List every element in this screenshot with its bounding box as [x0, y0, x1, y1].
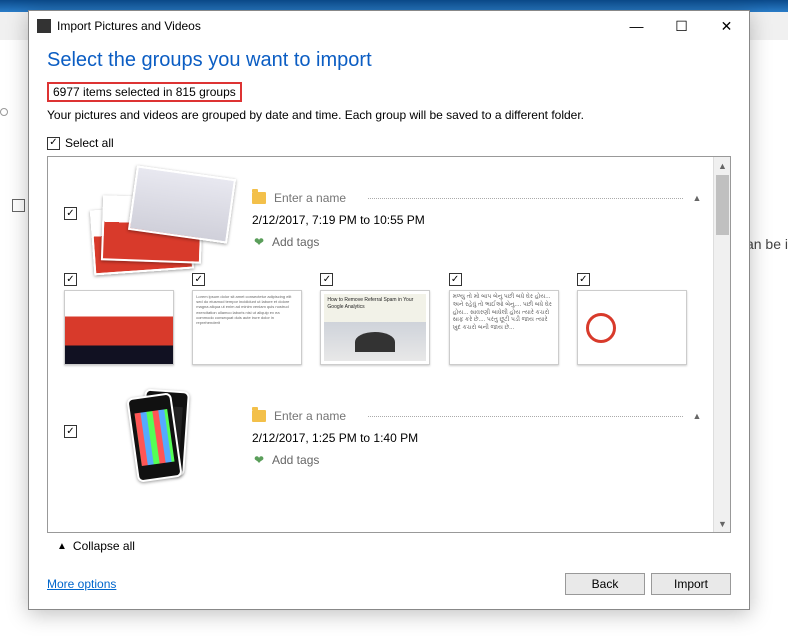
select-all-checkbox[interactable]: ✓ Select all: [47, 136, 731, 150]
select-all-label: Select all: [65, 136, 114, 150]
thumbnail-image[interactable]: [64, 290, 174, 365]
bg-checkbox: [12, 199, 25, 212]
group-name-input[interactable]: [272, 408, 362, 424]
thumb-checkbox[interactable]: ✓: [449, 273, 462, 286]
import-button[interactable]: Import: [651, 573, 731, 595]
group-thumbnail-stack[interactable]: [92, 167, 242, 267]
maximize-button[interactable]: ☐: [659, 11, 704, 41]
titlebar: Import Pictures and Videos — ☐ ✕: [29, 11, 749, 41]
thumb-checkbox[interactable]: ✓: [64, 273, 77, 286]
collapse-group-icon[interactable]: ▲: [689, 411, 705, 421]
window-title: Import Pictures and Videos: [57, 19, 201, 33]
thumb-checkbox[interactable]: ✓: [577, 273, 590, 286]
page-title: Select the groups you want to import: [47, 49, 731, 72]
folder-icon: [252, 192, 266, 204]
tag-icon: ❤: [252, 235, 266, 249]
group-name-input[interactable]: [272, 190, 362, 206]
group-date-range: 2/12/2017, 1:25 PM to 1:40 PM: [252, 427, 705, 449]
add-tags-button[interactable]: Add tags: [272, 235, 319, 249]
group-date-range: 2/12/2017, 7:19 PM to 10:55 PM: [252, 209, 705, 231]
thumbnail-image[interactable]: મળ્યુ તો મો બાપ બેનુ પછી બધે ઘેર હોય... …: [449, 290, 559, 365]
app-icon: [37, 19, 51, 33]
group-checkbox[interactable]: ✓: [64, 425, 77, 438]
thumb-checkbox[interactable]: ✓: [192, 273, 205, 286]
more-options-link[interactable]: More options: [47, 577, 116, 591]
back-button[interactable]: Back: [565, 573, 645, 595]
group-header: ✓ ▲ 2/12/2017, 1:25 PM to 1:40 PM: [48, 375, 713, 485]
add-tags-button[interactable]: Add tags: [272, 453, 319, 467]
thumbnail-image[interactable]: Lorem ipsum dolor sit amet consectetur a…: [192, 290, 302, 365]
scroll-down-icon[interactable]: ▼: [714, 515, 731, 532]
thumbnail-image[interactable]: [577, 290, 687, 365]
folder-icon: [252, 410, 266, 422]
import-window: Import Pictures and Videos — ☐ ✕ Select …: [28, 10, 750, 610]
footer: More options Back Import: [29, 559, 749, 609]
scrollbar[interactable]: ▲ ▼: [713, 157, 730, 532]
group-thumbnail-stack[interactable]: [92, 385, 242, 485]
close-button[interactable]: ✕: [704, 11, 749, 41]
group-header: ✓ ▲ 2/12/2017, 7:19 PM to 10:55: [48, 157, 713, 267]
bg-truncated-text: an be i: [746, 236, 788, 252]
collapse-all-label: Collapse all: [73, 539, 135, 553]
minimize-button[interactable]: —: [614, 11, 659, 41]
description-text: Your pictures and videos are grouped by …: [47, 108, 731, 122]
scroll-up-icon[interactable]: ▲: [714, 157, 731, 174]
tag-icon: ❤: [252, 453, 266, 467]
collapse-all-button[interactable]: ▲ Collapse all: [47, 533, 731, 559]
thumbnail-row: ✓ ✓ Lorem ipsum dolor sit amet consectet…: [48, 267, 713, 375]
collapse-group-icon[interactable]: ▲: [689, 193, 705, 203]
selection-status: 6977 items selected in 815 groups: [47, 82, 242, 102]
thumbnail-image[interactable]: How to Remove Referral Spam in Your Goog…: [320, 290, 430, 365]
group-list: ▲ ▼ ✓: [47, 156, 731, 533]
checkbox-icon: ✓: [47, 137, 60, 150]
scroll-thumb[interactable]: [716, 175, 729, 235]
thumb-checkbox[interactable]: ✓: [320, 273, 333, 286]
chevron-up-icon: ▲: [57, 541, 67, 552]
group-checkbox[interactable]: ✓: [64, 207, 77, 220]
